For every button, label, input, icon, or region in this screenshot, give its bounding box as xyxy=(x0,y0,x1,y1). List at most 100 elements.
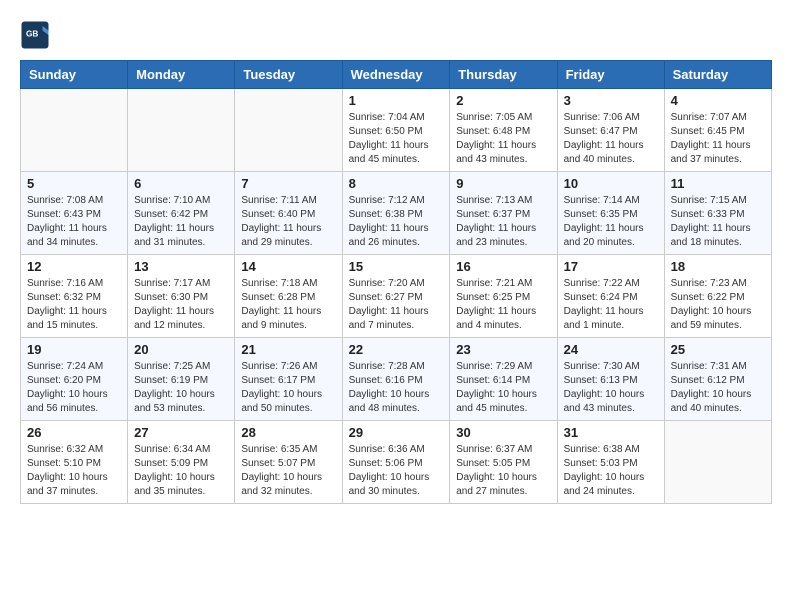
day-number: 4 xyxy=(671,93,765,108)
calendar-day-cell: 19 Sunrise: 7:24 AMSunset: 6:20 PMDayligh… xyxy=(21,338,128,421)
day-info: Sunrise: 7:17 AMSunset: 6:30 PMDaylight:… xyxy=(134,277,228,333)
day-info: Sunrise: 7:13 AMSunset: 6:37 PMDaylight:… xyxy=(456,194,550,250)
day-info: Sunrise: 7:21 AMSunset: 6:25 PMDaylight:… xyxy=(456,277,550,333)
calendar-day-cell xyxy=(21,89,128,172)
day-number: 1 xyxy=(349,93,444,108)
day-number: 25 xyxy=(671,342,765,357)
weekday-header-tuesday: Tuesday xyxy=(235,61,342,89)
calendar-header-row: SundayMondayTuesdayWednesdayThursdayFrid… xyxy=(21,61,772,89)
day-info: Sunrise: 6:38 AMSunset: 5:03 PMDaylight:… xyxy=(564,443,658,499)
calendar-day-cell: 24 Sunrise: 7:30 AMSunset: 6:13 PMDayligh… xyxy=(557,338,664,421)
logo: GB xyxy=(20,20,56,50)
calendar-day-cell xyxy=(128,89,235,172)
day-info: Sunrise: 7:31 AMSunset: 6:12 PMDaylight:… xyxy=(671,360,765,416)
weekday-header-sunday: Sunday xyxy=(21,61,128,89)
calendar-day-cell: 12 Sunrise: 7:16 AMSunset: 6:32 PMDayligh… xyxy=(21,255,128,338)
day-number: 31 xyxy=(564,425,658,440)
day-number: 18 xyxy=(671,259,765,274)
calendar-day-cell: 5Sunrise: 7:08 AMSunset: 6:43 PMDaylight… xyxy=(21,172,128,255)
day-info: Sunrise: 7:30 AMSunset: 6:13 PMDaylight:… xyxy=(564,360,658,416)
day-info: Sunrise: 6:34 AMSunset: 5:09 PMDaylight:… xyxy=(134,443,228,499)
calendar-day-cell: 6 Sunrise: 7:10 AMSunset: 6:42 PMDaylight… xyxy=(128,172,235,255)
day-info: Sunrise: 7:29 AMSunset: 6:14 PMDaylight:… xyxy=(456,360,550,416)
day-number: 7 xyxy=(241,176,335,191)
calendar-day-cell: 28Sunrise: 6:35 AMSunset: 5:07 PMDayligh… xyxy=(235,421,342,504)
day-info: Sunrise: 7:06 AMSunset: 6:47 PMDaylight:… xyxy=(564,111,658,167)
day-info: Sunrise: 7:28 AMSunset: 6:16 PMDaylight:… xyxy=(349,360,444,416)
calendar-day-cell: 13 Sunrise: 7:17 AMSunset: 6:30 PMDayligh… xyxy=(128,255,235,338)
calendar-day-cell: 8 Sunrise: 7:12 AMSunset: 6:38 PMDaylight… xyxy=(342,172,450,255)
calendar-day-cell: 23 Sunrise: 7:29 AMSunset: 6:14 PMDayligh… xyxy=(450,338,557,421)
day-number: 22 xyxy=(349,342,444,357)
calendar-week-row: 12 Sunrise: 7:16 AMSunset: 6:32 PMDayligh… xyxy=(21,255,772,338)
day-number: 23 xyxy=(456,342,550,357)
svg-text:GB: GB xyxy=(26,30,38,39)
calendar-day-cell: 26Sunrise: 6:32 AMSunset: 5:10 PMDayligh… xyxy=(21,421,128,504)
day-number: 17 xyxy=(564,259,658,274)
day-info: Sunrise: 7:12 AMSunset: 6:38 PMDaylight:… xyxy=(349,194,444,250)
day-number: 30 xyxy=(456,425,550,440)
weekday-header-friday: Friday xyxy=(557,61,664,89)
day-info: Sunrise: 7:25 AMSunset: 6:19 PMDaylight:… xyxy=(134,360,228,416)
day-info: Sunrise: 7:18 AMSunset: 6:28 PMDaylight:… xyxy=(241,277,335,333)
day-number: 6 xyxy=(134,176,228,191)
calendar-week-row: 5Sunrise: 7:08 AMSunset: 6:43 PMDaylight… xyxy=(21,172,772,255)
calendar-day-cell xyxy=(235,89,342,172)
day-number: 20 xyxy=(134,342,228,357)
day-number: 2 xyxy=(456,93,550,108)
calendar-day-cell: 18 Sunrise: 7:23 AMSunset: 6:22 PMDayligh… xyxy=(664,255,771,338)
calendar-day-cell: 4Sunrise: 7:07 AMSunset: 6:45 PMDaylight… xyxy=(664,89,771,172)
calendar-day-cell: 11 Sunrise: 7:15 AMSunset: 6:33 PMDayligh… xyxy=(664,172,771,255)
day-info: Sunrise: 7:11 AMSunset: 6:40 PMDaylight:… xyxy=(241,194,335,250)
day-info: Sunrise: 7:24 AMSunset: 6:20 PMDaylight:… xyxy=(27,360,121,416)
weekday-header-wednesday: Wednesday xyxy=(342,61,450,89)
day-number: 15 xyxy=(349,259,444,274)
day-info: Sunrise: 7:08 AMSunset: 6:43 PMDaylight:… xyxy=(27,194,121,250)
day-number: 28 xyxy=(241,425,335,440)
day-info: Sunrise: 7:05 AMSunset: 6:48 PMDaylight:… xyxy=(456,111,550,167)
day-number: 21 xyxy=(241,342,335,357)
calendar-day-cell: 31 Sunrise: 6:38 AMSunset: 5:03 PMDayligh… xyxy=(557,421,664,504)
day-number: 24 xyxy=(564,342,658,357)
weekday-header-saturday: Saturday xyxy=(664,61,771,89)
day-info: Sunrise: 7:10 AMSunset: 6:42 PMDaylight:… xyxy=(134,194,228,250)
calendar-day-cell: 16Sunrise: 7:21 AMSunset: 6:25 PMDayligh… xyxy=(450,255,557,338)
calendar-day-cell: 22 Sunrise: 7:28 AMSunset: 6:16 PMDayligh… xyxy=(342,338,450,421)
day-info: Sunrise: 7:20 AMSunset: 6:27 PMDaylight:… xyxy=(349,277,444,333)
calendar-day-cell xyxy=(664,421,771,504)
calendar-day-cell: 9 Sunrise: 7:13 AMSunset: 6:37 PMDaylight… xyxy=(450,172,557,255)
logo-icon: GB xyxy=(20,20,50,50)
day-info: Sunrise: 7:15 AMSunset: 6:33 PMDaylight:… xyxy=(671,194,765,250)
calendar-day-cell: 1 Sunrise: 7:04 AMSunset: 6:50 PMDaylight… xyxy=(342,89,450,172)
day-number: 10 xyxy=(564,176,658,191)
day-info: Sunrise: 7:23 AMSunset: 6:22 PMDaylight:… xyxy=(671,277,765,333)
day-number: 14 xyxy=(241,259,335,274)
day-number: 3 xyxy=(564,93,658,108)
calendar-day-cell: 25 Sunrise: 7:31 AMSunset: 6:12 PMDayligh… xyxy=(664,338,771,421)
day-info: Sunrise: 6:37 AMSunset: 5:05 PMDaylight:… xyxy=(456,443,550,499)
day-number: 12 xyxy=(27,259,121,274)
day-number: 19 xyxy=(27,342,121,357)
day-number: 9 xyxy=(456,176,550,191)
weekday-header-thursday: Thursday xyxy=(450,61,557,89)
day-info: Sunrise: 7:16 AMSunset: 6:32 PMDaylight:… xyxy=(27,277,121,333)
day-info: Sunrise: 7:04 AMSunset: 6:50 PMDaylight:… xyxy=(349,111,444,167)
calendar-day-cell: 15 Sunrise: 7:20 AMSunset: 6:27 PMDayligh… xyxy=(342,255,450,338)
calendar-day-cell: 17Sunrise: 7:22 AMSunset: 6:24 PMDayligh… xyxy=(557,255,664,338)
page-header: GB xyxy=(20,20,772,50)
day-number: 8 xyxy=(349,176,444,191)
calendar-day-cell: 7 Sunrise: 7:11 AMSunset: 6:40 PMDaylight… xyxy=(235,172,342,255)
day-info: Sunrise: 6:32 AMSunset: 5:10 PMDaylight:… xyxy=(27,443,121,499)
day-info: Sunrise: 6:36 AMSunset: 5:06 PMDaylight:… xyxy=(349,443,444,499)
day-info: Sunrise: 7:26 AMSunset: 6:17 PMDaylight:… xyxy=(241,360,335,416)
calendar-week-row: 1 Sunrise: 7:04 AMSunset: 6:50 PMDaylight… xyxy=(21,89,772,172)
calendar-day-cell: 14 Sunrise: 7:18 AMSunset: 6:28 PMDayligh… xyxy=(235,255,342,338)
day-number: 11 xyxy=(671,176,765,191)
day-number: 29 xyxy=(349,425,444,440)
calendar-week-row: 19 Sunrise: 7:24 AMSunset: 6:20 PMDayligh… xyxy=(21,338,772,421)
day-number: 27 xyxy=(134,425,228,440)
calendar-day-cell: 20 Sunrise: 7:25 AMSunset: 6:19 PMDayligh… xyxy=(128,338,235,421)
calendar-day-cell: 10 Sunrise: 7:14 AMSunset: 6:35 PMDayligh… xyxy=(557,172,664,255)
day-number: 13 xyxy=(134,259,228,274)
day-info: Sunrise: 7:14 AMSunset: 6:35 PMDaylight:… xyxy=(564,194,658,250)
